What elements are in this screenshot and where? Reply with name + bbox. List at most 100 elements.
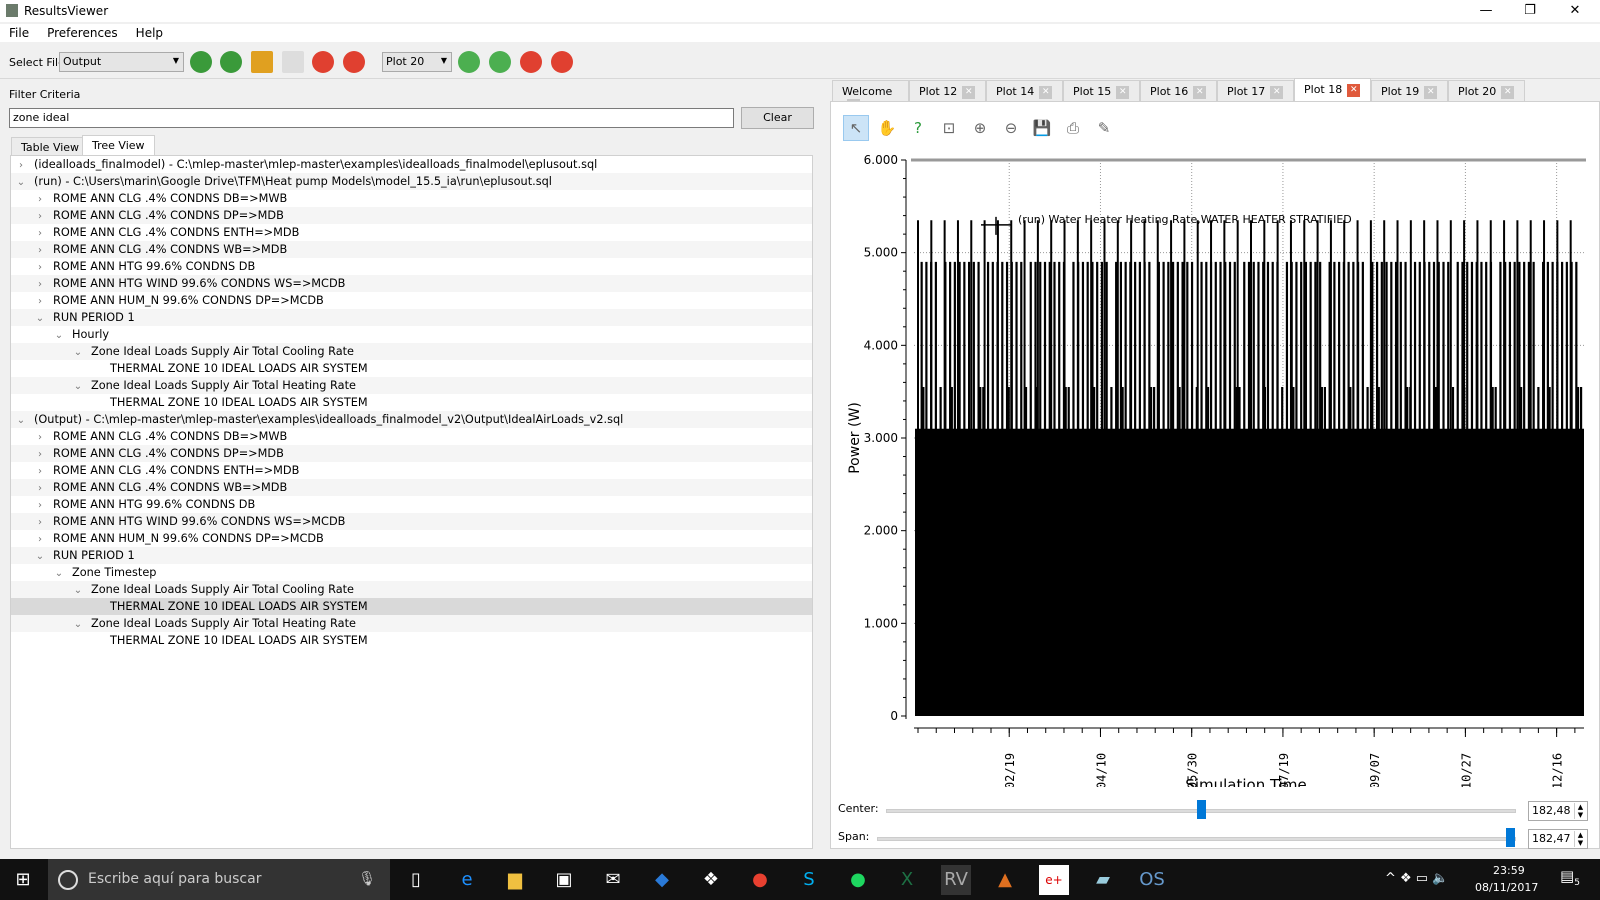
back-icon[interactable] [190, 51, 212, 73]
tree-row[interactable]: › ROME ANN CLG .4% CONDNS ENTH=>MDB [11, 224, 812, 241]
tab-plot-19[interactable]: Plot 19 ✕ [1371, 80, 1448, 102]
tree-row[interactable]: › ROME ANN HUM_N 99.6% CONDNS DP=>MCDB [11, 530, 812, 547]
task-view-icon[interactable]: ▯ [401, 865, 431, 895]
whats-this-icon[interactable]: ? [905, 115, 931, 141]
tree-row[interactable]: › ROME ANN CLG .4% CONDNS DB=>MWB [11, 190, 812, 207]
tree-row[interactable]: › ROME ANN HTG 99.6% CONDNS DB [11, 258, 812, 275]
tree-row[interactable]: ⌄ RUN PERIOD 1 [11, 309, 812, 326]
tree-row[interactable]: ⌄ (run) - C:\Users\marin\Google Drive\TFM… [11, 173, 812, 190]
excel-icon[interactable]: X [892, 865, 922, 895]
matlab-icon[interactable]: ▲ [990, 865, 1020, 895]
chevron-down-icon[interactable]: ⌄ [14, 412, 28, 429]
remove-all-files-icon[interactable] [343, 51, 365, 73]
chevron-down-icon[interactable]: ⌄ [71, 582, 85, 599]
file-icon[interactable] [282, 51, 304, 73]
tray-icons[interactable]: ^ ❖ ▭ 🔈 [1385, 871, 1448, 886]
chevron-right-icon[interactable]: › [33, 514, 47, 531]
tab-plot-20[interactable]: Plot 20 ✕ [1448, 80, 1525, 102]
plot-select-dropdown[interactable]: Plot 20 [382, 52, 452, 72]
forward-icon[interactable] [220, 51, 242, 73]
chevron-down-icon[interactable]: ⌄ [71, 616, 85, 633]
close-button[interactable]: ✕ [1553, 0, 1597, 22]
tree-row[interactable]: ⌄ Zone Timestep [11, 564, 812, 581]
chevron-right-icon[interactable]: › [33, 208, 47, 225]
chevron-right-icon[interactable]: › [14, 157, 28, 174]
tab-table-view[interactable]: Table View [11, 137, 90, 156]
select-icon[interactable]: ↖ [843, 115, 869, 141]
dropbox-icon[interactable]: ❖ [696, 865, 726, 895]
chevron-right-icon[interactable]: › [33, 497, 47, 514]
add-colormap-icon[interactable] [489, 51, 511, 73]
minimize-button[interactable]: — [1464, 0, 1508, 22]
notifications-icon[interactable]: ▤5 [1560, 867, 1580, 888]
windows-start-icon[interactable]: ⊞ [8, 865, 38, 895]
zoom-out-icon[interactable]: ⊖ [998, 115, 1024, 141]
chevron-right-icon[interactable]: › [33, 242, 47, 259]
chrome-icon[interactable]: ● [745, 865, 775, 895]
epedit-icon[interactable]: e+ [1039, 865, 1069, 895]
close-tab-icon[interactable]: ✕ [1270, 85, 1284, 99]
chevron-right-icon[interactable]: › [33, 531, 47, 548]
close-tab-icon[interactable]: ✕ [1347, 83, 1361, 97]
print-icon[interactable]: ⎙ [1060, 115, 1086, 141]
tree-row[interactable]: › ROME ANN HUM_N 99.6% CONDNS DP=>MCDB [11, 292, 812, 309]
tree-row[interactable]: › ROME ANN CLG .4% CONDNS DP=>MDB [11, 445, 812, 462]
plot-chart[interactable]: 0 1.000 2.000 3.000 4.000 5.000 6.000 Power (W)… [831, 142, 1599, 787]
chevron-down-icon[interactable]: ⌄ [71, 344, 85, 361]
tab-plot-14[interactable]: Plot 14 ✕ [986, 80, 1063, 102]
close-tab-icon[interactable]: ✕ [1193, 85, 1207, 99]
remove-plot-icon[interactable] [520, 51, 542, 73]
tree-row[interactable]: ⌄ Zone Ideal Loads Supply Air Total Cooli… [11, 581, 812, 598]
tree-row[interactable]: ⌄ (Output) - C:\mlep-master\mlep-master\e… [11, 411, 812, 428]
tab-plot-15[interactable]: Plot 15 ✕ [1063, 80, 1140, 102]
taskbar-search[interactable]: Escribe aquí para buscar 🎙 [48, 859, 390, 900]
clock-date[interactable]: 08/11/2017 [1475, 881, 1538, 894]
span-slider[interactable] [877, 837, 1516, 841]
tree-row[interactable]: ⌄ Zone Ideal Loads Supply Air Total Cooli… [11, 343, 812, 360]
clear-button[interactable]: Clear [741, 107, 814, 129]
chevron-right-icon[interactable]: › [33, 191, 47, 208]
edge-icon[interactable]: e [452, 865, 482, 895]
chevron-right-icon[interactable]: › [33, 480, 47, 497]
maximize-button[interactable]: ❐ [1508, 0, 1552, 22]
close-tab-icon[interactable]: ✕ [962, 85, 976, 99]
tree-row[interactable]: ⌄ RUN PERIOD 1 [11, 547, 812, 564]
load-file-icon[interactable] [251, 51, 273, 73]
chevron-right-icon[interactable]: › [33, 429, 47, 446]
tree-row[interactable]: › ROME ANN CLG .4% CONDNS WB=>MDB [11, 241, 812, 258]
menu-help[interactable]: Help [127, 24, 172, 42]
chevron-right-icon[interactable]: › [33, 463, 47, 480]
chevron-down-icon[interactable]: ⌄ [33, 310, 47, 327]
properties-icon[interactable]: ✎ [1091, 115, 1117, 141]
tree-row[interactable]: › ROME ANN CLG .4% CONDNS WB=>MDB [11, 479, 812, 496]
tab-tree-view[interactable]: Tree View [82, 135, 155, 156]
menu-file[interactable]: File [0, 24, 38, 42]
tree-row[interactable]: › ROME ANN HTG WIND 99.6% CONDNS WS=>MCDB [11, 275, 812, 292]
filter-input[interactable]: zone ideal [9, 108, 734, 128]
spotify-icon[interactable]: ● [843, 865, 873, 895]
tree-row[interactable]: › ROME ANN CLG .4% CONDNS ENTH=>MDB [11, 462, 812, 479]
file-explorer-icon[interactable]: ▆ [500, 865, 530, 895]
zoom-box-icon[interactable]: ⊡ [936, 115, 962, 141]
resultsviewer-taskbar-icon[interactable]: RV [941, 865, 971, 895]
tree-row[interactable]: › ROME ANN CLG .4% CONDNS DP=>MDB [11, 207, 812, 224]
center-spinbox[interactable]: 182,48 ▲ ▼ [1528, 801, 1588, 821]
chevron-right-icon[interactable]: › [33, 259, 47, 276]
chevron-down-icon[interactable]: ⌄ [52, 565, 66, 582]
chevron-right-icon[interactable]: › [33, 293, 47, 310]
add-plot-icon[interactable] [458, 51, 480, 73]
tree-row[interactable]: THERMAL ZONE 10 IDEAL LOADS AIR SYSTEM [11, 598, 812, 615]
chevron-right-icon[interactable]: › [33, 276, 47, 293]
spin-arrows-icon[interactable]: ▲ ▼ [1574, 831, 1586, 847]
tree-row[interactable]: ⌄ Hourly [11, 326, 812, 343]
remove-all-plots-icon[interactable] [551, 51, 573, 73]
chevron-down-icon[interactable]: ⌄ [33, 548, 47, 565]
tab-plot-16[interactable]: Plot 16 ✕ [1140, 80, 1217, 102]
tab-plot-18[interactable]: Plot 18 ✕ [1294, 78, 1371, 102]
tree-row[interactable]: › ROME ANN HTG WIND 99.6% CONDNS WS=>MCDB [11, 513, 812, 530]
remove-file-icon[interactable] [312, 51, 334, 73]
tree-row[interactable]: › ROME ANN CLG .4% CONDNS DB=>MWB [11, 428, 812, 445]
skype-icon[interactable]: S [794, 865, 824, 895]
results-tree[interactable]: › (idealloads_finalmodel) - C:\mlep-maste… [10, 155, 813, 849]
mail-icon[interactable]: ✉ [598, 865, 628, 895]
